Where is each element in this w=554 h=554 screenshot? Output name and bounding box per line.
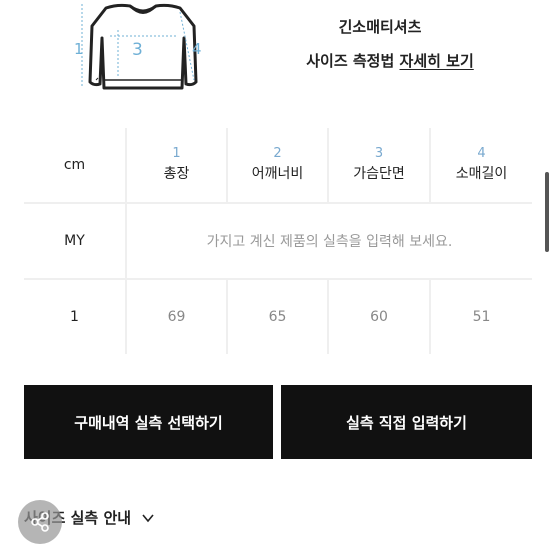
product-name: 긴소매티셔츠: [338, 18, 422, 36]
measurement-value: 60: [370, 309, 388, 325]
scrollbar[interactable]: [545, 172, 549, 252]
column-label: 총장: [163, 166, 190, 182]
table-corner: cm: [24, 128, 125, 202]
my-row-label: MY: [64, 233, 85, 249]
column-header: 2 어깨너비: [228, 128, 327, 202]
table-cell: 69: [127, 280, 226, 354]
table-cell: 65: [228, 280, 327, 354]
table-cell: 51: [431, 280, 532, 354]
diagram-label-3: 3: [132, 40, 143, 60]
column-label: 가슴단면: [353, 166, 405, 182]
column-label: 어깨너비: [251, 166, 304, 182]
purchase-history-measure-button[interactable]: 구매내역 실측 선택하기: [24, 385, 273, 459]
column-number: 1: [172, 146, 181, 161]
size-label: 1: [70, 309, 79, 325]
column-header: 3 가슴단면: [329, 128, 429, 202]
measurement-value: 69: [167, 309, 186, 325]
size-table: cm 1 총장 2 어깨너비 3 가슴단면 4 소매길이 MY 가지고 계신 제…: [24, 128, 532, 354]
share-button[interactable]: [18, 500, 62, 544]
size-guide-detail-link[interactable]: 자세히 보기: [400, 52, 474, 70]
column-number: 3: [374, 146, 384, 161]
table-cell: 60: [329, 280, 429, 354]
chevron-down-icon: [142, 513, 154, 522]
column-header: 4 소매길이: [431, 128, 532, 202]
my-measurement-prompt[interactable]: 가지고 계신 제품의 실측을 입력해 보세요.: [127, 204, 532, 278]
direct-measure-input-button[interactable]: 실측 직접 입력하기: [281, 385, 532, 459]
size-guide-prefix: 사이즈 측정법: [306, 52, 395, 70]
column-header: 1 총장: [127, 128, 226, 202]
diagram-label-1: 1: [74, 40, 84, 58]
share-icon: [31, 512, 49, 532]
my-row-label-cell: MY: [24, 204, 125, 278]
column-number: 2: [273, 146, 282, 161]
diagram-label-4: 4: [192, 40, 202, 58]
column-label: 소매길이: [455, 166, 508, 182]
measurement-value: 65: [268, 309, 287, 325]
size-guide: 사이즈 측정법 자세히 보기: [270, 50, 510, 71]
product-header: 1 3 4 긴소매티셔츠 사이즈 측정법 자세히 보기: [0, 0, 554, 110]
column-number: 4: [477, 146, 486, 161]
size-label-cell: 1: [24, 280, 125, 354]
measurement-value: 51: [472, 309, 491, 325]
unit-label: cm: [63, 157, 86, 173]
